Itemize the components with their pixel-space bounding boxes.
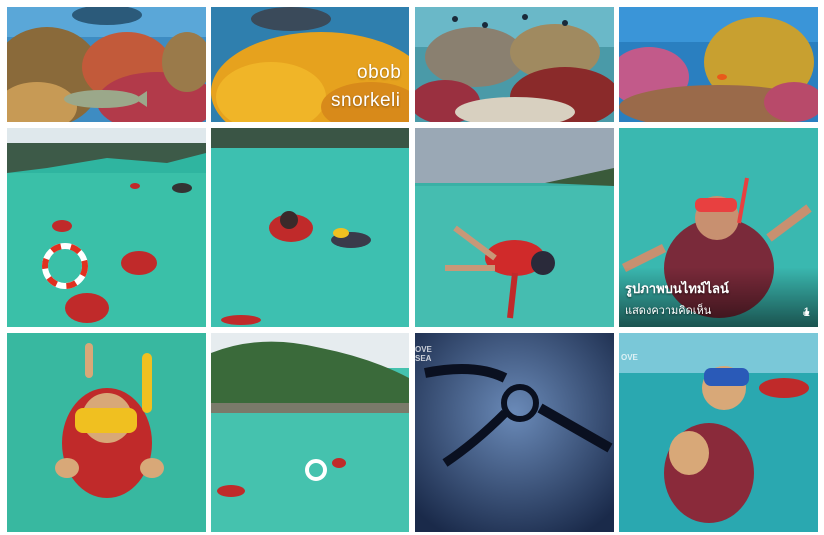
photo-island-beach[interactable] — [211, 333, 409, 532]
photo-floating-snorkeler[interactable] — [415, 128, 614, 327]
photo-floating-snorkeler-image — [415, 128, 614, 327]
watermark-line2: SEA — [415, 354, 432, 363]
timeline-photos-label[interactable]: รูปภาพบนไทม์ไลน์ — [625, 278, 729, 299]
photo-timeline-snorkeler[interactable]: รูปภาพบนไทม์ไลน์ แสดงความคิดเห็น 1 — [619, 128, 818, 327]
watermark-logo: OVE — [621, 353, 638, 362]
photo-anemone-clownfish[interactable] — [619, 7, 818, 122]
watermark-line1: OVE — [415, 345, 432, 354]
overlay-caption-line1: obob — [357, 62, 402, 83]
watermark-line1: OVE — [621, 353, 638, 362]
photo-reef-fish-school[interactable] — [415, 7, 614, 122]
photo-coral-fish[interactable] — [7, 7, 206, 122]
like-counter[interactable]: 1 — [803, 305, 810, 319]
photo-yellow-coral[interactable]: obob snorkeli — [211, 7, 409, 122]
photo-island-beach-image — [211, 333, 409, 532]
photo-kid-thumbs-up[interactable] — [7, 333, 206, 532]
photo-swimmers-lifejackets-image — [211, 128, 409, 327]
photo-swimmers-lifejackets[interactable] — [211, 128, 409, 327]
overlay-caption-line2: snorkeli — [331, 90, 401, 111]
photo-anemone-clownfish-image — [619, 7, 818, 122]
timeline-caption-overlay: รูปภาพบนไทม์ไลน์ แสดงความคิดเห็น 1 — [619, 267, 818, 327]
photo-grid: obob snorkeli รูปภาพบนไทม์ไลน์ แสดงความค… — [0, 0, 824, 535]
photo-kid-thumbs-up-image — [7, 333, 206, 532]
thumbs-up-icon — [803, 309, 810, 315]
photo-group-snorkeling-image — [7, 128, 206, 327]
photo-underwater-ring[interactable]: OVE SEA — [415, 333, 614, 532]
photo-underwater-ring-image — [415, 333, 614, 532]
comment-link[interactable]: แสดงความคิดเห็น — [625, 301, 711, 319]
photo-girl-snorkel-mask-image — [619, 333, 818, 532]
photo-group-snorkeling[interactable] — [7, 128, 206, 327]
photo-reef-fish-school-image — [415, 7, 614, 122]
photo-coral-fish-image — [7, 7, 206, 122]
watermark-logo: OVE SEA — [415, 345, 432, 363]
photo-girl-snorkel-mask[interactable]: OVE — [619, 333, 818, 532]
